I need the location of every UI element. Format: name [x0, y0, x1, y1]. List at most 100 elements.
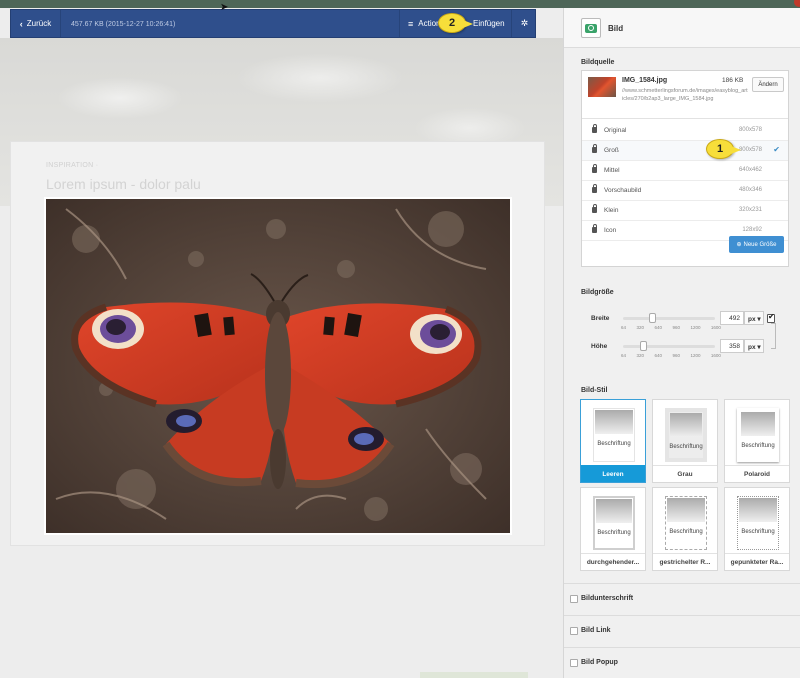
width-unit-select[interactable]: px ▾ [744, 311, 764, 325]
width-label: Breite [591, 315, 610, 322]
check-icon: ✔ [768, 312, 775, 321]
new-size-label: Neue Größe [743, 241, 777, 248]
tick-label: 1200 [690, 325, 701, 330]
style-tile-0[interactable]: Beschriftung Leeren [580, 399, 646, 483]
file-name-line [71, 12, 175, 21]
style-section-title: Bild-Stil [581, 387, 608, 394]
change-source-button[interactable]: Ändern [752, 77, 784, 92]
size-dimensions: 640x462 [738, 167, 762, 173]
size-dimensions: 320x231 [738, 207, 762, 213]
source-file-path: //www.schmetterlingsforum.de/images/easy… [622, 88, 748, 102]
height-unit-label: px [748, 344, 756, 351]
tick-label: 960 [672, 325, 680, 330]
lock-icon [592, 144, 597, 153]
new-size-button[interactable]: ⊕ Neue Größe [729, 236, 784, 253]
check-icon: ✔ [773, 145, 780, 154]
size-dimensions: 800x578 [738, 147, 762, 153]
panel-title: Bild [608, 24, 624, 33]
width-row: Breite 64 320 640 960 1200 1600 492 px ▾ [591, 311, 786, 335]
height-slider-handle[interactable] [640, 341, 648, 351]
back-button[interactable]: ‹ Zurück [11, 10, 61, 37]
camera-icon [585, 23, 597, 33]
back-label: Zurück [26, 19, 52, 28]
preview-caption: Beschriftung [741, 443, 775, 449]
style-tile-5[interactable]: Beschriftung gepunkteter Ra... [724, 487, 790, 571]
lock-icon [592, 204, 597, 213]
insert-label: Einfügen [473, 19, 505, 28]
image-type-icon [581, 18, 601, 38]
insert-button[interactable]: Einfügen [473, 10, 505, 37]
preview-caption: Beschriftung [741, 529, 775, 535]
size-dimensions: 480x346 [738, 187, 762, 193]
notification-dot [794, 0, 800, 7]
option-section-1[interactable]: Bild Link [564, 615, 800, 647]
height-row: Höhe 64 320 640 960 1200 1600 358 px ▾ [591, 339, 786, 363]
style-tile-label: Leeren [581, 465, 645, 482]
style-tile-1[interactable]: Beschriftung Grau [652, 399, 718, 483]
preview-image [741, 412, 775, 436]
size-row-4[interactable]: Klein 320x231 [582, 201, 788, 221]
width-input[interactable]: 492 [720, 311, 744, 325]
option-label: Bildunterschrift [581, 595, 634, 602]
style-preview: Beschriftung [665, 496, 707, 550]
style-tile-2[interactable]: Beschriftung Polaroid [724, 399, 790, 483]
option-label: Bild Link [581, 627, 611, 634]
style-tile-label: gepunkteter Ra... [725, 553, 789, 570]
preview-caption: Beschriftung [669, 444, 703, 450]
settings-button[interactable]: ✲ [511, 10, 537, 37]
image-properties-panel: Bild Bildquelle IMG_1584.jpg 186 KB //ww… [563, 8, 800, 678]
size-name: Icon [604, 227, 617, 234]
height-input[interactable]: 358 [720, 339, 744, 353]
preview-caption: Beschriftung [669, 529, 703, 535]
source-file-row: IMG_1584.jpg 186 KB //www.schmetterlings… [582, 71, 788, 119]
option-checkbox[interactable] [570, 627, 578, 635]
preview-caption: Beschriftung [597, 530, 631, 536]
lock-icon [592, 164, 597, 173]
tick-label: 1600 [710, 325, 721, 330]
height-unit-select[interactable]: px ▾ [744, 339, 764, 353]
size-name: Mittel [604, 167, 620, 174]
preview-image [670, 413, 702, 437]
style-preview: Beschriftung [593, 496, 635, 550]
style-tile-3[interactable]: Beschriftung durchgehender... [580, 487, 646, 571]
option-section-0[interactable]: Bildunterschrift [564, 583, 800, 615]
size-name: Klein [604, 207, 619, 214]
lock-icon [592, 184, 597, 193]
size-row-1[interactable]: Groß 800x578 ✔ [582, 141, 788, 161]
size-name: Vorschaubild [604, 187, 642, 194]
ratio-link-bracket [771, 323, 776, 349]
tick-label: 1200 [690, 353, 701, 358]
width-slider[interactable] [623, 313, 715, 323]
preview-image [739, 498, 777, 522]
article-title: Lorem ipsum - dolor palu [46, 176, 201, 192]
tick-label: 64 [621, 325, 627, 330]
width-slider-handle[interactable] [648, 313, 656, 323]
size-name: Groß [604, 147, 619, 154]
style-tile-label: gestrichelter R... [653, 553, 717, 570]
source-file-size: 186 KB [722, 77, 744, 84]
size-row-0[interactable]: Original 800x578 [582, 121, 788, 141]
size-row-2[interactable]: Mittel 640x462 [582, 161, 788, 181]
option-checkbox[interactable] [570, 659, 578, 667]
option-checkbox[interactable] [570, 595, 578, 603]
option-section-2[interactable]: Bild Popup [564, 647, 800, 678]
height-slider[interactable] [623, 341, 715, 351]
source-thumbnail [588, 77, 616, 97]
style-preview: Beschriftung [737, 496, 779, 550]
tick-label: 1600 [710, 353, 721, 358]
preview-image [595, 410, 633, 434]
keep-ratio-checkbox[interactable]: ✔ [767, 312, 775, 323]
plus-circle-icon: ⊕ [736, 242, 742, 248]
source-file-name: IMG_1584.jpg [622, 77, 668, 84]
inserted-image[interactable] [44, 197, 512, 535]
size-row-3[interactable]: Vorschaubild 480x346 [582, 181, 788, 201]
tick-label: 320 [636, 325, 644, 330]
tick-label: 64 [621, 353, 627, 358]
style-tile-4[interactable]: Beschriftung gestrichelter R... [652, 487, 718, 571]
preview-caption: Beschriftung [597, 441, 631, 447]
file-info: 457.67 KB (2015-12-27 10:26:41) [71, 12, 175, 28]
tick-label: 960 [672, 353, 680, 358]
menu-icon: ≡ [408, 18, 414, 29]
lock-icon [592, 124, 597, 133]
style-tile-label: Grau [653, 465, 717, 482]
